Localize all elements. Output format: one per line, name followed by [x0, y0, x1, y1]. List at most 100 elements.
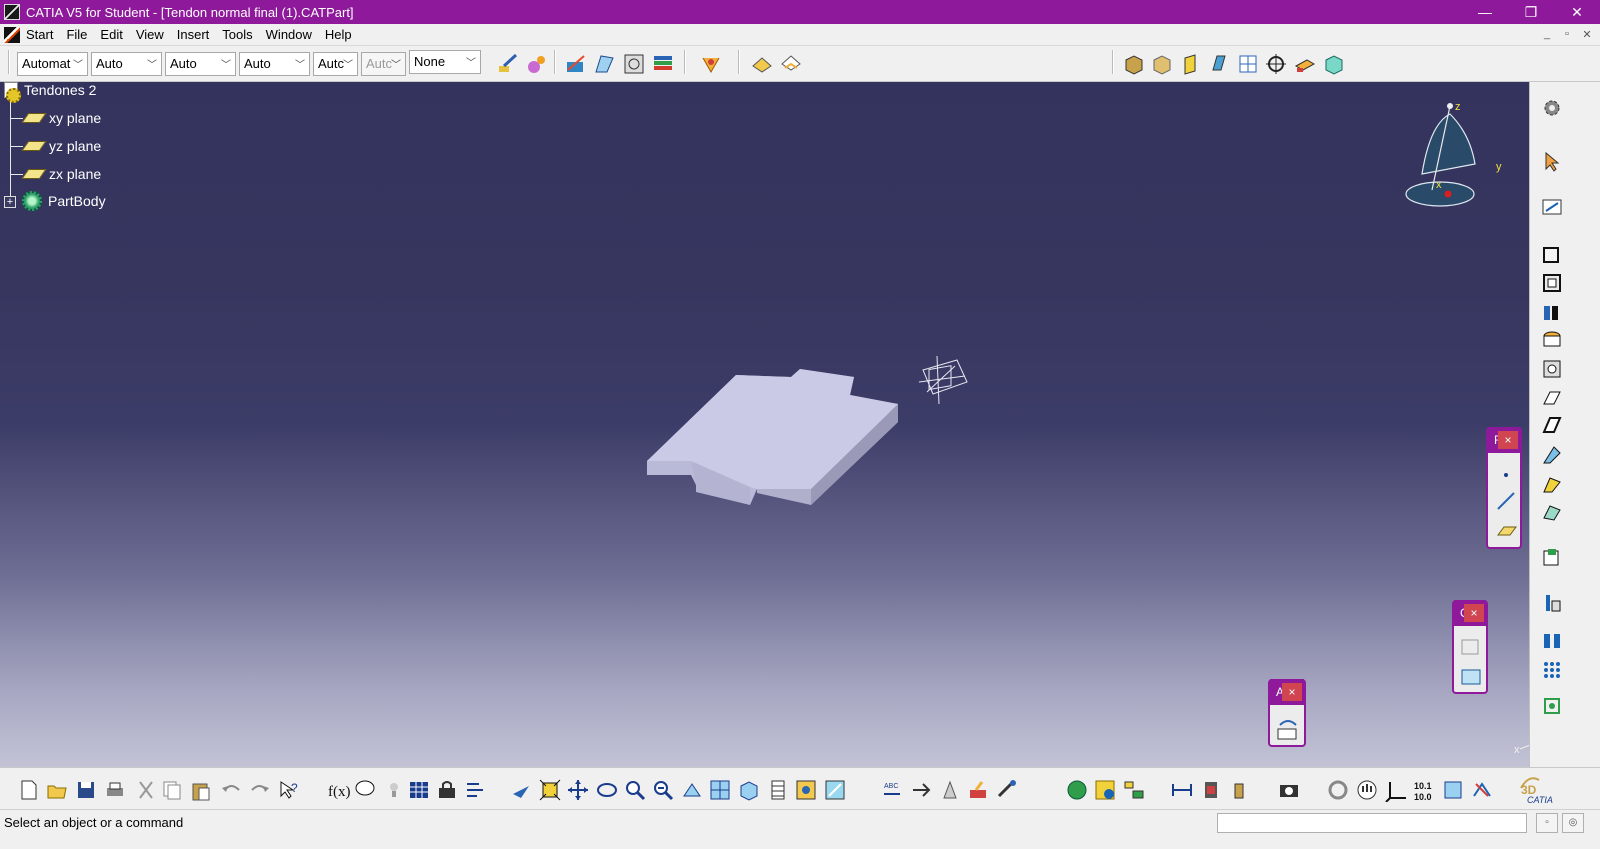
sketcher-icon[interactable]	[564, 52, 588, 76]
tree-icon[interactable]	[1122, 778, 1146, 802]
layer-combo[interactable]: None ﹀	[409, 50, 481, 74]
minimize-button[interactable]: —	[1462, 0, 1508, 24]
line-thickness-combo[interactable]: Auto ﹀	[165, 52, 236, 76]
tendon-part-geometry[interactable]	[640, 367, 910, 517]
mirror-icon[interactable]	[1540, 628, 1564, 652]
doc-restore-button[interactable]: ▫	[1558, 26, 1576, 42]
multi-view-icon[interactable]	[708, 778, 732, 802]
axis-icon[interactable]	[1384, 778, 1408, 802]
draft-icon[interactable]	[1540, 500, 1564, 524]
gear-icon[interactable]	[1540, 96, 1564, 120]
restore-button[interactable]: ❐	[1508, 0, 1554, 24]
menu-start[interactable]: Start	[22, 27, 62, 42]
tree-node-yz-plane[interactable]: yz plane	[11, 138, 101, 154]
start-menu-icon[interactable]	[4, 26, 20, 43]
redo-icon[interactable]	[248, 778, 272, 802]
scan-or-define-icon[interactable]	[699, 52, 723, 76]
hole-icon[interactable]	[1540, 328, 1564, 352]
light-bulb-icon[interactable]	[382, 778, 406, 802]
zoom-out-icon[interactable]	[651, 778, 675, 802]
axis-system-icon[interactable]	[915, 352, 975, 412]
snap-icon[interactable]	[1470, 778, 1494, 802]
swap-space-icon[interactable]	[823, 778, 847, 802]
close-floating-toolbar-button[interactable]: ×	[1464, 604, 1484, 622]
hand-pan-icon[interactable]	[1355, 778, 1379, 802]
painter-icon[interactable]	[496, 52, 520, 76]
window-tool-icon[interactable]	[1461, 669, 1481, 685]
point-icon[interactable]	[1504, 473, 1508, 477]
3d-viewport[interactable]: Tendones 2 xy plane yz plane zx plane + …	[0, 82, 1529, 767]
normal-view-icon[interactable]	[680, 778, 704, 802]
formula-icon[interactable]: f(x)	[326, 778, 350, 802]
hide-show-icon[interactable]	[750, 52, 774, 76]
analysis-icon[interactable]	[622, 52, 646, 76]
point-symbol-combo[interactable]: Autc ﹀	[313, 52, 358, 76]
wireframe-view-icon[interactable]	[1207, 52, 1231, 76]
rib-icon[interactable]	[1540, 357, 1564, 381]
fly-mode-icon[interactable]	[509, 778, 533, 802]
fit-all-icon[interactable]	[538, 778, 562, 802]
menu-window[interactable]: Window	[262, 27, 321, 42]
whats-this-icon[interactable]: ?	[277, 778, 301, 802]
doc-close-button[interactable]: ✕	[1578, 26, 1596, 42]
compass-widget[interactable]: z y x	[1400, 94, 1510, 214]
shaft-icon[interactable]	[1540, 300, 1564, 324]
close-floating-toolbar-button[interactable]: ×	[1498, 431, 1518, 449]
close-floating-toolbar-button[interactable]: ×	[1282, 683, 1302, 701]
cut-icon[interactable]	[134, 778, 158, 802]
knowledge-icon[interactable]	[593, 52, 617, 76]
zoom-in-icon[interactable]	[623, 778, 647, 802]
pattern-icon[interactable]	[1540, 658, 1564, 682]
normal-view-icon[interactable]	[1293, 52, 1317, 76]
shading-with-edges-icon[interactable]	[1122, 52, 1146, 76]
shading-style-icon[interactable]	[766, 778, 790, 802]
iso-view-icon[interactable]	[737, 778, 761, 802]
tree-node-root[interactable]: Tendones 2	[4, 82, 96, 103]
color-combo[interactable]: Automat ﹀	[17, 52, 88, 76]
select-arrow-icon[interactable]	[1540, 149, 1564, 173]
material-icon[interactable]	[524, 52, 548, 76]
floating-toolbar-header[interactable]: A ×	[1270, 679, 1304, 705]
plane-icon[interactable]	[1497, 526, 1517, 536]
close-button[interactable]: ✕	[1554, 0, 1600, 24]
dimension-icon[interactable]	[1170, 778, 1194, 802]
print-tool-icon[interactable]	[1277, 728, 1297, 740]
new-file-icon[interactable]	[17, 778, 41, 802]
law-icon[interactable]	[435, 778, 459, 802]
decimal-precision-icon[interactable]: 10.110.0	[1412, 778, 1436, 802]
open-folder-icon[interactable]	[45, 778, 69, 802]
menu-edit[interactable]: Edit	[96, 27, 131, 42]
floating-toolbar-header[interactable]: R×	[1488, 427, 1520, 453]
menu-view[interactable]: View	[132, 27, 173, 42]
scaling-icon[interactable]	[1540, 694, 1564, 718]
apply-material-icon[interactable]	[966, 778, 990, 802]
paste-icon[interactable]	[189, 778, 213, 802]
hide-show-icon[interactable]	[794, 778, 818, 802]
capture-icon[interactable]	[1441, 778, 1465, 802]
layer-stack-icon[interactable]	[651, 52, 675, 76]
save-icon[interactable]	[74, 778, 98, 802]
catia-app-icon[interactable]	[4, 4, 20, 20]
slot-icon[interactable]	[1540, 386, 1564, 410]
line-type-combo[interactable]: Auto ﹀	[239, 52, 310, 76]
transparency-combo[interactable]: Auto ﹀	[91, 52, 162, 76]
design-table-icon[interactable]	[407, 778, 431, 802]
comment-icon[interactable]	[353, 778, 377, 802]
swap-visible-space-icon[interactable]	[779, 52, 803, 76]
thread-icon[interactable]	[1540, 591, 1564, 615]
isometric-view-icon[interactable]	[1179, 52, 1203, 76]
fillet-icon[interactable]	[1540, 443, 1564, 467]
doc-minimize-button[interactable]: _	[1538, 26, 1556, 42]
pan-icon[interactable]	[566, 778, 590, 802]
command-list-button[interactable]: ▫	[1536, 813, 1558, 833]
tree-node-xy-plane[interactable]: xy plane	[11, 110, 101, 126]
print-icon[interactable]	[103, 778, 127, 802]
chamfer-icon[interactable]	[1540, 472, 1564, 496]
quick-view-icon[interactable]	[1322, 52, 1346, 76]
measure-item-icon[interactable]	[909, 778, 933, 802]
menu-file[interactable]: File	[62, 27, 96, 42]
equivalent-dimensions-icon[interactable]	[463, 778, 487, 802]
menu-help[interactable]: Help	[321, 27, 361, 42]
shell-icon[interactable]	[1540, 545, 1564, 569]
menu-insert[interactable]: Insert	[173, 27, 219, 42]
